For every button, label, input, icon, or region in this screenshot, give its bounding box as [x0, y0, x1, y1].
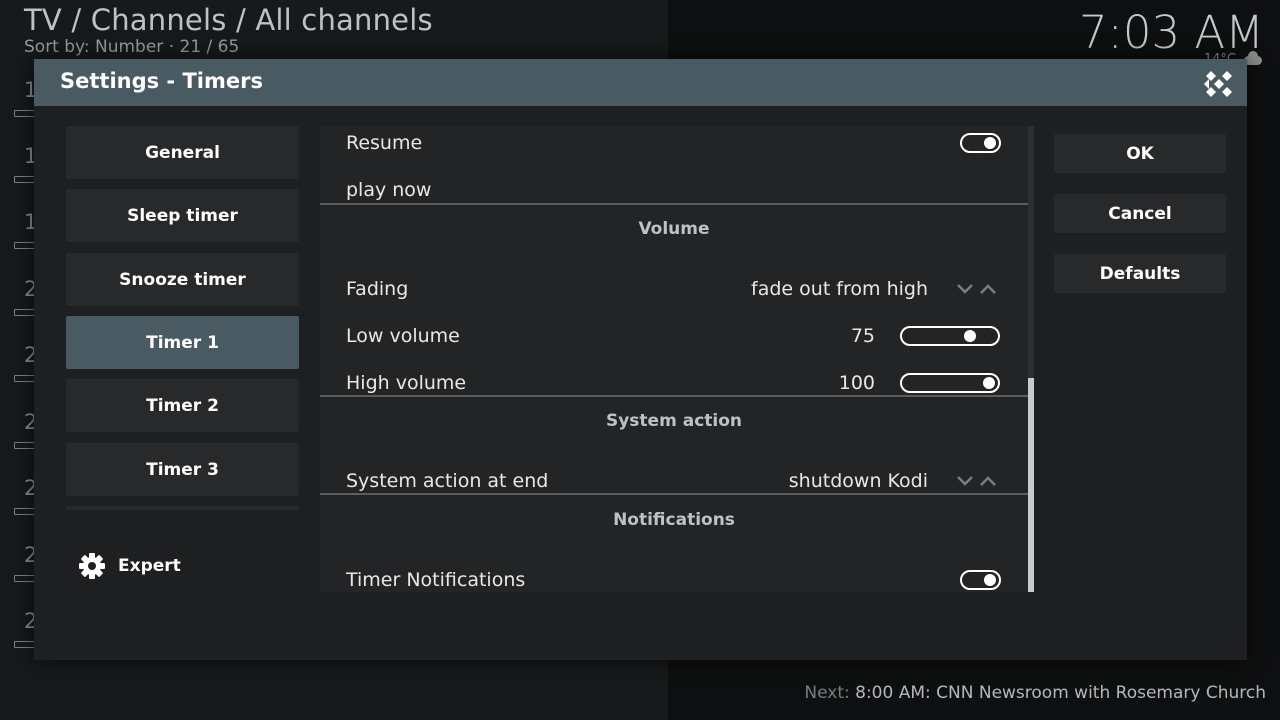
setting-high-volume[interactable]: High volume 100	[320, 360, 1028, 406]
scrollbar[interactable]	[1028, 126, 1034, 592]
dialog-header: Settings - Timers	[34, 59, 1247, 106]
category-sleep-timer[interactable]: Sleep timer	[66, 189, 299, 242]
setting-value: fade out from high	[751, 278, 928, 300]
progress-bar	[14, 641, 36, 648]
setting-label: High volume	[346, 372, 467, 394]
resume-toggle[interactable]	[960, 133, 1001, 153]
toggle-knob	[984, 574, 996, 586]
scrollbar-thumb[interactable]	[1028, 378, 1034, 592]
setting-value: shutdown Kodi	[788, 470, 928, 492]
next-label: Next:	[804, 683, 850, 703]
setting-play-now[interactable]: play now	[320, 167, 1028, 213]
setting-value: 100	[838, 372, 875, 394]
progress-bar	[14, 508, 36, 515]
category-list-overflow	[66, 506, 299, 510]
setting-low-volume[interactable]: Low volume 75	[320, 313, 1028, 359]
progress-bar	[14, 309, 36, 316]
progress-bar	[14, 375, 36, 382]
category-timer-1[interactable]: Timer 1	[66, 316, 299, 369]
cancel-button[interactable]: Cancel	[1054, 194, 1226, 233]
sort-info: Sort by: Number · 21 / 65	[24, 37, 240, 57]
next-program-text: 8:00 AM: CNN Newsroom with Rosemary Chur…	[855, 683, 1266, 703]
kodi-logo-icon	[1204, 71, 1232, 97]
expert-level-button[interactable]: Expert	[78, 551, 181, 581]
setting-system-action[interactable]: System action at end shutdown Kodi	[320, 458, 1028, 504]
category-snooze-timer[interactable]: Snooze timer	[66, 253, 299, 306]
category-timer-3[interactable]: Timer 3	[66, 443, 299, 496]
setting-timer-notifications[interactable]: Timer Notifications	[320, 557, 1028, 592]
channel-row[interactable]: 1	[14, 78, 37, 138]
setting-value: 75	[850, 325, 875, 347]
setting-label: play now	[346, 179, 432, 201]
channel-row[interactable]: 2	[14, 609, 37, 669]
setting-label: Fading	[346, 278, 409, 300]
defaults-button[interactable]: Defaults	[1054, 254, 1226, 293]
setting-label: System action at end	[346, 470, 549, 492]
section-divider	[320, 493, 1028, 495]
ok-button[interactable]: OK	[1054, 134, 1226, 173]
spinner-arrows-icon[interactable]	[956, 474, 1000, 488]
channel-row[interactable]: 2	[14, 343, 37, 403]
settings-dialog: Settings - Timers General Sleep timer Sn…	[34, 59, 1247, 660]
category-timer-2[interactable]: Timer 2	[66, 379, 299, 432]
setting-label: Resume	[346, 132, 423, 154]
channel-row[interactable]: 2	[14, 476, 37, 536]
section-header-volume: Volume	[638, 219, 710, 239]
clock: 7:03 AM	[1079, 6, 1264, 59]
setting-resume[interactable]: Resume	[320, 126, 1028, 166]
progress-bar	[14, 442, 36, 449]
toggle-knob	[984, 137, 996, 149]
section-header-system-action: System action	[605, 411, 743, 431]
section-divider	[320, 395, 1028, 397]
section-header-notifications: Notifications	[613, 510, 735, 530]
channel-row[interactable]: 1	[14, 144, 37, 204]
slider-knob[interactable]	[983, 377, 995, 389]
gear-icon	[79, 553, 105, 579]
dialog-title: Settings - Timers	[60, 69, 263, 93]
channel-row[interactable]: 2	[14, 410, 37, 470]
low-volume-slider[interactable]	[900, 326, 1000, 346]
progress-bar	[14, 575, 36, 582]
section-divider	[320, 203, 1028, 205]
setting-label: Low volume	[346, 325, 460, 347]
setting-label: Timer Notifications	[346, 569, 526, 591]
next-program-info: Next: 8:00 AM: CNN Newsroom with Rosemar…	[804, 683, 1266, 703]
spinner-arrows-icon[interactable]	[956, 282, 1000, 296]
slider-knob[interactable]	[963, 330, 976, 342]
expert-label: Expert	[118, 556, 181, 576]
channel-row[interactable]: 1	[14, 210, 37, 270]
high-volume-slider[interactable]	[900, 373, 1000, 393]
channel-row[interactable]: 2	[14, 277, 37, 337]
breadcrumb: TV / Channels / All channels	[24, 3, 433, 37]
progress-bar	[14, 176, 36, 183]
channel-row[interactable]: 2	[14, 543, 37, 603]
setting-fading[interactable]: Fading fade out from high	[320, 266, 1028, 312]
timer-notifications-toggle[interactable]	[960, 570, 1001, 590]
progress-bar	[14, 110, 36, 117]
progress-bar	[14, 242, 36, 249]
settings-list: Resume play now Volume Fading fade out f…	[320, 126, 1028, 592]
category-general[interactable]: General	[66, 126, 299, 179]
